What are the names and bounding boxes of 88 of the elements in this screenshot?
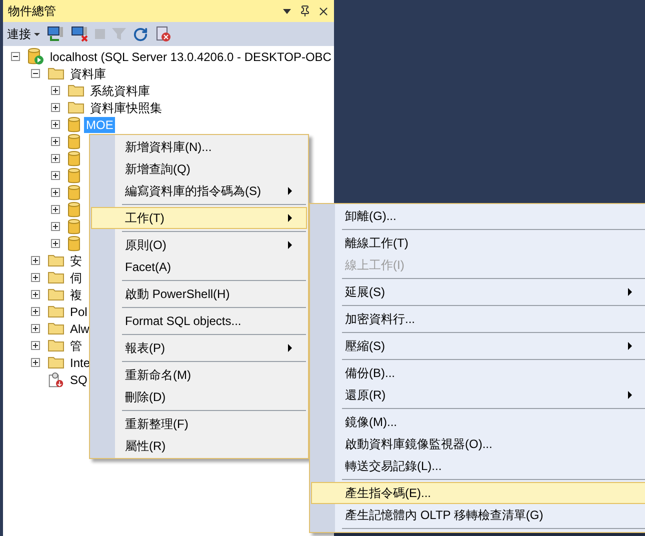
menu-item[interactable]: 新增資料庫(N)... (91, 136, 307, 158)
folder-icon (48, 305, 64, 318)
script-icon[interactable] (155, 26, 171, 42)
tree-item[interactable]: 管 (68, 338, 84, 354)
folder-icon (48, 339, 64, 352)
collapse-icon[interactable] (11, 52, 20, 61)
submenu-arrow-icon (288, 187, 292, 195)
disconnect-server-icon[interactable] (71, 26, 88, 42)
folder-icon (48, 254, 64, 267)
menu-item[interactable]: 轉送交易記錄(L)... (311, 455, 645, 477)
tree-item[interactable]: 系統資料庫 (88, 82, 152, 98)
refresh-icon[interactable] (133, 26, 148, 42)
tree-item[interactable]: localhost (SQL Server 13.0.4206.0 - DESKTOP-OBC (48, 48, 334, 64)
expand-icon[interactable] (51, 103, 60, 112)
caret-icon (34, 32, 40, 36)
expand-icon[interactable] (51, 154, 60, 163)
stop-icon (95, 29, 105, 39)
menu-item[interactable]: 工作(T) (91, 207, 307, 229)
tree-item[interactable]: Pol (68, 304, 90, 320)
expand-icon[interactable] (51, 120, 60, 129)
pin-icon[interactable] (299, 5, 311, 17)
menu-item[interactable]: Format SQL objects... (91, 310, 307, 332)
expand-icon[interactable] (51, 86, 60, 95)
expand-icon[interactable] (51, 137, 60, 146)
submenu-arrow-icon (288, 214, 292, 222)
expand-icon[interactable] (31, 324, 40, 333)
menu-item[interactable]: 產生指令碼(E)... (311, 482, 645, 504)
server-icon (28, 48, 44, 65)
expand-icon[interactable] (51, 188, 60, 197)
menu-item[interactable]: 刪除(D) (91, 386, 307, 408)
folder-icon (48, 67, 64, 80)
expand-icon[interactable] (31, 256, 40, 265)
tree-item[interactable]: Alw (68, 320, 92, 336)
expand-icon[interactable] (51, 239, 60, 248)
expand-icon[interactable] (31, 358, 40, 367)
folder-icon (68, 84, 84, 97)
expand-icon[interactable] (31, 341, 40, 350)
menu-item[interactable]: 報表(P) (91, 337, 307, 359)
menu-item[interactable]: 編寫資料庫的指令碼為(S) (91, 180, 307, 202)
folder-icon (48, 288, 64, 301)
connect-server-icon[interactable] (47, 26, 64, 42)
menu-item[interactable]: 延展(S) (311, 281, 645, 303)
expand-icon[interactable] (31, 273, 40, 282)
expand-icon[interactable] (31, 307, 40, 316)
filter-icon (112, 27, 126, 41)
folder-icon (48, 322, 64, 335)
menu-item[interactable]: 重新命名(M) (91, 364, 307, 386)
expand-icon[interactable] (31, 290, 40, 299)
menu-item[interactable]: 還原(R) (311, 384, 645, 406)
menu-item[interactable]: 啟動資料庫鏡像監視器(O)... (311, 433, 645, 455)
menu-item[interactable]: 壓縮(S) (311, 335, 645, 357)
panel-title: 物件總管 (8, 3, 57, 20)
tree-item[interactable]: SQ (68, 372, 90, 388)
menu-item[interactable]: 離線工作(T) (311, 232, 645, 254)
database-icon (68, 116, 80, 132)
menu-item[interactable]: 啟動 PowerShell(H) (91, 283, 307, 305)
expand-icon[interactable] (51, 222, 60, 231)
menu-item[interactable]: 產生記憶體內 OLTP 移轉檢查清單(G) (311, 504, 645, 526)
submenu-arrow-icon (288, 344, 292, 352)
menu-item[interactable]: 屬性(R) (91, 435, 307, 457)
menu-item[interactable]: 鏡像(M)... (311, 411, 645, 433)
menu-item[interactable]: 加密資料行... (311, 308, 645, 330)
tree-item[interactable]: 資料庫快照集 (88, 100, 164, 116)
menu-item[interactable]: Facet(A) (91, 256, 307, 278)
tree-item[interactable]: 資料庫 (68, 66, 108, 82)
submenu-arrow-icon (628, 342, 632, 350)
close-icon[interactable] (317, 4, 330, 18)
collapse-icon[interactable] (31, 69, 40, 78)
folder-icon (48, 271, 64, 284)
menu-item[interactable]: 重新整理(F) (91, 413, 307, 435)
submenu-arrow-icon (628, 391, 632, 399)
menu-item[interactable]: 原則(O) (91, 234, 307, 256)
tree-item[interactable]: 伺 (68, 270, 84, 286)
menu-item[interactable]: 新增查詢(Q) (91, 158, 307, 180)
menu-item[interactable]: 備份(B)... (311, 362, 645, 384)
tree-item[interactable]: 安 (68, 252, 84, 268)
tree-item[interactable]: 複 (68, 286, 84, 302)
dropdown-icon[interactable] (283, 8, 291, 14)
submenu-arrow-icon (288, 241, 292, 249)
connect-button[interactable]: 連接 (7, 25, 40, 43)
tree-item[interactable]: Inte (68, 354, 92, 370)
expand-icon[interactable] (51, 205, 60, 214)
folder-icon (48, 356, 64, 369)
folder-icon (68, 101, 84, 114)
agent-icon (48, 372, 64, 388)
menu-item[interactable]: 卸離(G)... (311, 205, 645, 227)
expand-icon[interactable] (51, 171, 60, 180)
submenu-arrow-icon (628, 288, 632, 296)
